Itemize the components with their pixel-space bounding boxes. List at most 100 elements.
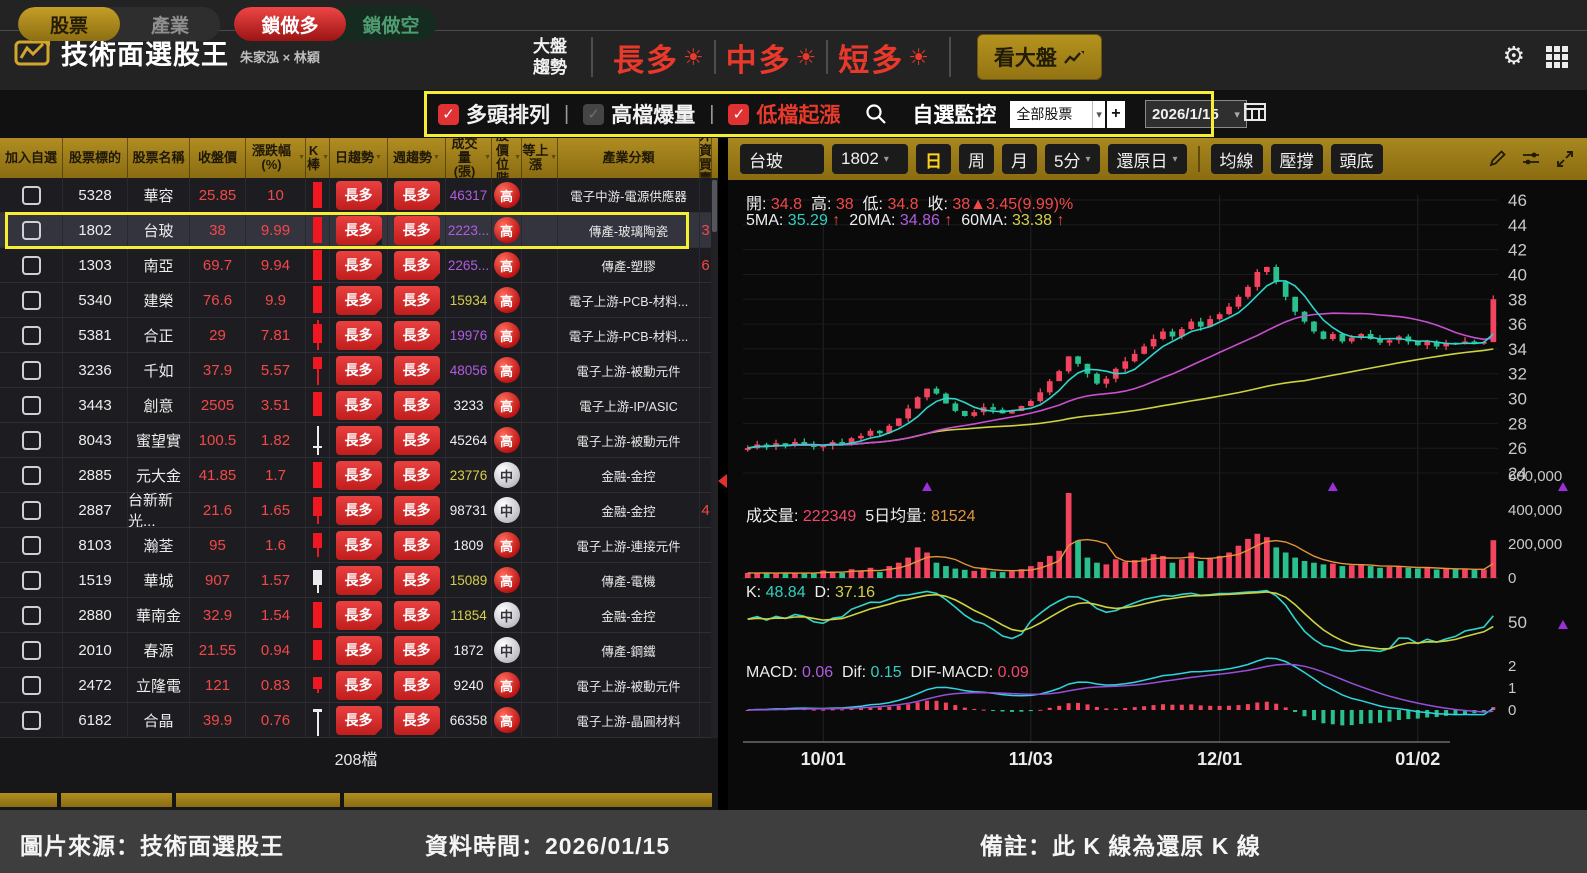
row-checkbox[interactable] xyxy=(21,605,41,625)
stock-name: 台新新光... xyxy=(128,493,174,527)
stock-name: 瀚荃 xyxy=(143,537,174,555)
stock-code: 5328 xyxy=(78,186,112,204)
row-checkbox[interactable] xyxy=(21,220,41,240)
header-cell-3[interactable]: 收盤價 xyxy=(190,138,246,178)
chart-stock-name[interactable]: 台玻 xyxy=(740,144,824,174)
checkbox-bullish-alignment[interactable]: ✓ 多頭排列 xyxy=(438,99,550,129)
ma-lines-button[interactable]: 均線 xyxy=(1210,144,1263,174)
svg-text:1: 1 xyxy=(1508,680,1516,697)
table-row[interactable]: 2880 華南金 32.9 1.54 長多 長多 11854 中 金融-金控 xyxy=(0,598,718,633)
lock-short-button[interactable]: 鎖做空 xyxy=(346,7,436,41)
header-cell-6[interactable]: 日趨勢 ▼ xyxy=(330,138,388,178)
lock-long-button[interactable]: 鎖做多 xyxy=(234,7,346,41)
checkbox-box[interactable]: ✓ xyxy=(438,103,459,125)
checkbox-box[interactable]: ✓ xyxy=(728,103,750,125)
industry-label: 電子上游-晶圓材料 xyxy=(576,714,681,729)
date-select[interactable]: 2026/1/15 ▾ xyxy=(1144,100,1247,128)
row-checkbox[interactable] xyxy=(21,360,41,380)
stock-name: 元大金 xyxy=(135,467,181,485)
header-cell-12[interactable]: 外資買賣 xyxy=(700,138,712,178)
header-cell-0[interactable]: 加入自選 xyxy=(0,138,63,178)
row-checkbox[interactable] xyxy=(21,465,41,485)
watch-select[interactable]: 全部股票 ▾ + xyxy=(1010,100,1125,128)
week-trend-badge: 長多 xyxy=(393,390,440,420)
foreign-value: 4 xyxy=(701,501,710,519)
table-row[interactable]: 2887 台新新光... 21.6 1.65 長多 長多 98731 中 金融-金控 4 xyxy=(0,493,718,528)
checkbox-low-rise[interactable]: ✓ 低檔起漲 xyxy=(728,99,840,129)
chart-canvas[interactable]: 10/01 11/03 12/01 01/02 46 44 42 40 38 36 34 32 30 28… xyxy=(728,180,1587,810)
table-v-scrollbar[interactable] xyxy=(711,178,718,738)
svg-text:12/01: 12/01 xyxy=(1197,749,1242,769)
row-checkbox[interactable] xyxy=(21,325,41,345)
header-cell-2[interactable]: 股票名稱 xyxy=(128,138,190,178)
table-row[interactable]: 8043 蜜望實 100.5 1.82 長多 長多 45264 高 電子上游-被動元件 xyxy=(0,423,718,458)
settings-gear-icon[interactable]: ⚙ xyxy=(1503,44,1525,69)
table-row[interactable]: 5340 建榮 76.6 9.9 長多 長多 15934 高 電子上游-PCB-材料... xyxy=(0,283,718,318)
mode-industry-button[interactable]: 產業 xyxy=(120,7,220,41)
table-row[interactable]: 6182 合晶 39.9 0.76 長多 長多 66358 高 電子上游-晶圓材料 xyxy=(0,703,718,738)
stock-name: 合正 xyxy=(143,327,174,345)
app-subtitle: 朱家泓 × 林穎 xyxy=(240,50,320,65)
draw-pencil-icon[interactable] xyxy=(1487,149,1507,169)
pressure-support-button[interactable]: 壓撐 xyxy=(1270,144,1323,174)
row-checkbox[interactable] xyxy=(21,290,41,310)
day-trend-badge: 長多 xyxy=(335,495,382,525)
row-checkbox[interactable] xyxy=(21,255,41,275)
header-cell-10[interactable]: 等上漲 ▼ xyxy=(522,138,558,178)
head-bottom-button[interactable]: 頭底 xyxy=(1330,144,1383,174)
row-checkbox[interactable] xyxy=(21,535,41,555)
table-row[interactable]: 2010 春源 21.55 0.94 長多 長多 1872 中 傳產-鋼鐵 xyxy=(0,633,718,668)
row-checkbox[interactable] xyxy=(21,570,41,590)
stock-code: 2472 xyxy=(78,676,112,694)
table-row[interactable]: 2885 元大金 41.85 1.7 長多 長多 23776 中 金融-金控 xyxy=(0,458,718,493)
columns-layout-icon[interactable] xyxy=(1243,101,1267,123)
mode-stock-button[interactable]: 股票 xyxy=(18,7,120,41)
view-market-button[interactable]: 看大盤 xyxy=(976,34,1102,80)
header-cell-11[interactable]: 產業分類 xyxy=(558,138,700,178)
row-checkbox[interactable] xyxy=(21,675,41,695)
panel-collapse-arrow[interactable] xyxy=(718,474,727,488)
checkbox-high-volume[interactable]: ✓ 高檔爆量 xyxy=(583,99,695,129)
price-level-badge: 高 xyxy=(493,707,520,733)
row-checkbox[interactable] xyxy=(21,710,41,730)
table-row[interactable]: 5328 華容 25.85 10 長多 長多 46317 高 電子中游-電源供應器 xyxy=(0,178,718,213)
volume-value: 1872 xyxy=(453,642,484,658)
period-day-button[interactable]: 日 xyxy=(916,144,951,174)
header-cell-5[interactable]: K棒 ▼ xyxy=(306,138,330,178)
table-row[interactable]: 5381 合正 29 7.81 長多 長多 19976 高 電子上游-PCB-材料... xyxy=(0,318,718,353)
period-month-button[interactable]: 月 xyxy=(1002,144,1037,174)
period-week-button[interactable]: 周 xyxy=(959,144,994,174)
table-h-scrollbar[interactable] xyxy=(0,793,712,807)
header-cell-8[interactable]: 成交量 (張) ▼ xyxy=(446,138,492,178)
stock-table-body: 5328 華容 25.85 10 長多 長多 46317 高電子中游-電源供應器 1802 台玻 3… xyxy=(0,178,718,738)
chart-stock-code-select[interactable]: 1802 ▾ xyxy=(832,144,908,174)
row-checkbox[interactable] xyxy=(21,430,41,450)
industry-label: 傳產-電機 xyxy=(601,574,656,589)
table-row[interactable]: 1303 南亞 69.7 9.94 長多 長多 2265... 高 傳產-塑膠 6 xyxy=(0,248,718,283)
table-row[interactable]: 2472 立隆電 121 0.83 長多 長多 9240 高 電子上游-被動元件 xyxy=(0,668,718,703)
price-level-badge: 高 xyxy=(493,427,520,453)
table-row[interactable]: 1802 台玻 38 9.99 長多 長多 2223... 高 傳產-玻璃陶瓷 3 xyxy=(0,213,718,248)
row-checkbox[interactable] xyxy=(21,395,41,415)
row-checkbox[interactable] xyxy=(21,640,41,660)
restore-select[interactable]: 還原日 ▾ xyxy=(1107,144,1187,174)
indicator-settings-icon[interactable] xyxy=(1521,149,1541,169)
checkbox-box[interactable]: ✓ xyxy=(583,103,605,125)
table-row[interactable]: 3443 創意 2505 3.51 長多 長多 3233 高 電子上游-IP/ASIC xyxy=(0,388,718,423)
row-checkbox[interactable] xyxy=(21,500,41,520)
watch-add-button[interactable]: + xyxy=(1104,100,1125,128)
header-cell-7[interactable]: 週趨勢 ▼ xyxy=(388,138,446,178)
row-checkbox[interactable] xyxy=(21,185,41,205)
table-row[interactable]: 8103 瀚荃 95 1.6 長多 長多 1809 高 電子上游-連接元件 xyxy=(0,528,718,563)
change-percent: 1.6 xyxy=(265,536,286,554)
expand-icon[interactable] xyxy=(1555,149,1575,169)
header-cell-4[interactable]: 漲跌幅 (%) ▼ xyxy=(246,138,306,178)
apps-grid-icon[interactable] xyxy=(1545,45,1569,69)
table-row[interactable]: 1519 華城 907 1.57 長多 長多 15089 高 傳產-電機 xyxy=(0,563,718,598)
header-cell-9[interactable]: 股價 位階▼ xyxy=(492,138,522,178)
minute-select[interactable]: 5分 ▾ xyxy=(1045,144,1100,174)
table-row[interactable]: 3236 千如 37.9 5.57 長多 長多 48056 高 電子上游-被動元件 xyxy=(0,353,718,388)
industry-label: 電子上游-被動元件 xyxy=(576,364,681,379)
header-cell-1[interactable]: 股票標的 xyxy=(63,138,128,178)
search-icon[interactable] xyxy=(864,102,888,126)
